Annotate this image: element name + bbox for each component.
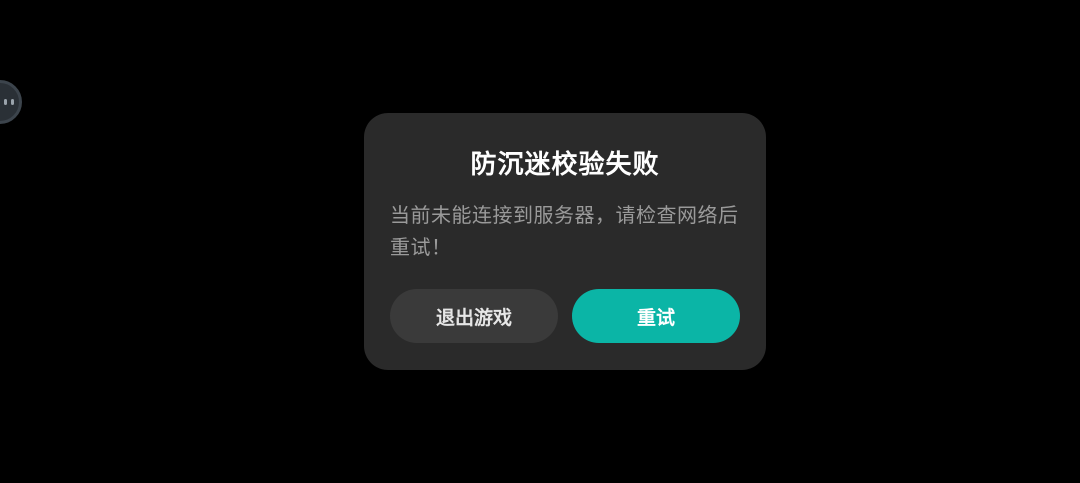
- retry-button[interactable]: 重试: [572, 289, 740, 343]
- dialog-button-row: 退出游戏 重试: [390, 289, 740, 343]
- game-screen: 防沉迷校验失败 当前未能连接到服务器，请检查网络后重试！ 退出游戏 重试: [0, 0, 1080, 483]
- anti-addiction-error-dialog: 防沉迷校验失败 当前未能连接到服务器，请检查网络后重试！ 退出游戏 重试: [364, 113, 766, 370]
- assistant-eye-right: [11, 99, 14, 105]
- dialog-title: 防沉迷校验失败: [470, 150, 660, 180]
- assistant-eye-left: [4, 99, 7, 105]
- floating-assistant-button[interactable]: [0, 80, 22, 124]
- assistant-face-icon: [4, 99, 14, 105]
- exit-game-button[interactable]: 退出游戏: [390, 289, 558, 343]
- dialog-message: 当前未能连接到服务器，请检查网络后重试！: [390, 203, 739, 259]
